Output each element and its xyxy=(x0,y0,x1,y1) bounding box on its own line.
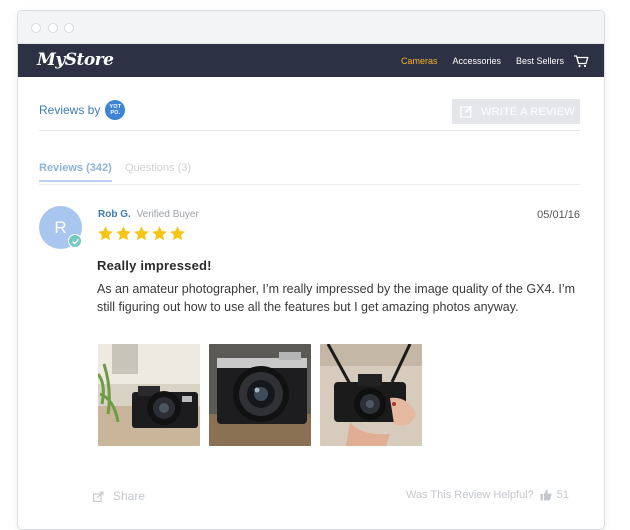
star-icon xyxy=(115,225,132,242)
camera-photo-1[interactable] xyxy=(98,344,200,446)
cart-icon[interactable] xyxy=(573,54,589,68)
tab-reviews[interactable]: Reviews (342) xyxy=(39,162,112,182)
nav-item-cameras[interactable]: Cameras xyxy=(401,56,438,66)
yotpo-logo-icon[interactable]: YOT PO. xyxy=(105,100,126,120)
nav-links: Cameras Accessories Best Sellers xyxy=(386,44,589,77)
nav-item-best-sellers[interactable]: Best Sellers xyxy=(516,56,564,66)
share-label: Share xyxy=(113,489,146,503)
share-link[interactable]: Share xyxy=(93,489,145,503)
star-icon xyxy=(151,225,168,242)
review-body: As an amateur photographer, I’m really i… xyxy=(97,282,576,314)
write-review-label: WRITE A REVIEW xyxy=(481,105,575,118)
write-review-button[interactable]: WRITE A REVIEW xyxy=(452,99,580,124)
star-icon xyxy=(97,225,114,242)
thumbs-up-icon[interactable] xyxy=(540,489,552,501)
review-date: 05/01/16 xyxy=(537,209,580,221)
window-maximize-dot[interactable] xyxy=(64,23,74,33)
review-photos xyxy=(98,344,431,446)
reviews-by: Reviews by YOT PO. xyxy=(39,100,126,120)
pen-icon xyxy=(460,105,473,118)
camera-photo-2[interactable] xyxy=(209,344,311,446)
star-icon xyxy=(169,225,186,242)
helpful-label: Was This Review Helpful? xyxy=(405,489,534,501)
review-item: R Rob G. Verified Buyer 05/01/16 Really … xyxy=(39,185,580,515)
reviews-by-label: Reviews by xyxy=(39,103,101,117)
verified-buyer-label: Verified Buyer xyxy=(136,209,199,220)
review-author: Rob G. Verified Buyer xyxy=(98,209,199,220)
widget-header: Reviews by YOT PO. WRITE A REVIEW xyxy=(39,77,580,131)
store-logo[interactable]: MyStore xyxy=(37,50,114,70)
window-minimize-dot[interactable] xyxy=(48,23,58,33)
helpful-vote: Was This Review Helpful? 51 xyxy=(406,489,569,501)
review-tabs: Reviews (342) Questions (3) xyxy=(39,131,580,185)
window-titlebar xyxy=(18,11,604,44)
helpful-count: 51 xyxy=(556,489,569,501)
review-title: Really impressed! xyxy=(97,258,212,273)
camera-photo-3[interactable] xyxy=(320,344,422,446)
window-close-dot[interactable] xyxy=(31,23,41,33)
star-icon xyxy=(133,225,150,242)
store-navbar: MyStore Cameras Accessories Best Sellers xyxy=(18,44,604,77)
author-name: Rob G. xyxy=(98,209,131,220)
browser-window: MyStore Cameras Accessories Best Sellers… xyxy=(17,10,605,530)
nav-item-accessories[interactable]: Accessories xyxy=(452,56,501,66)
reviews-widget: Reviews by YOT PO. WRITE A REVIEW Reviews… xyxy=(18,77,604,515)
star-rating xyxy=(97,225,187,242)
share-icon xyxy=(93,490,104,502)
verified-check-icon xyxy=(68,234,82,248)
tab-questions[interactable]: Questions (3) xyxy=(125,162,191,174)
